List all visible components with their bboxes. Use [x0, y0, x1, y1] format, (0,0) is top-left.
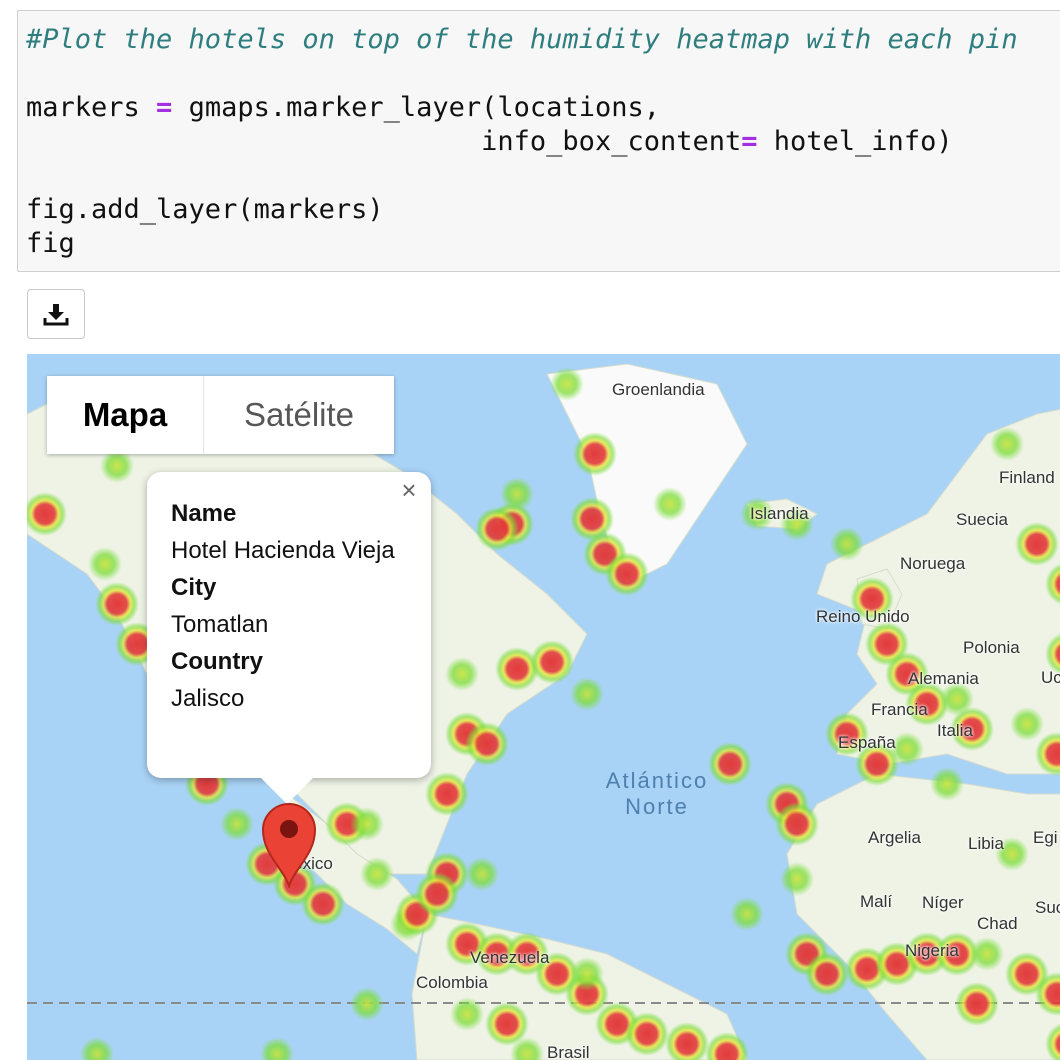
heat-point: [570, 677, 604, 711]
info-country-label: Country: [171, 648, 263, 675]
map-label: Noruega: [900, 554, 966, 573]
heat-point: [465, 857, 499, 891]
heat-point: [301, 882, 345, 926]
heat-point: [500, 477, 534, 511]
map-label: Finland: [999, 468, 1055, 487]
heat-point: [730, 897, 764, 931]
heat-point: [450, 997, 484, 1031]
heat-point: [625, 1012, 669, 1056]
map-label: Venezuela: [470, 948, 550, 967]
code-line-1: markers = gmaps.marker_layer(locations,: [26, 92, 660, 123]
map-label: Chad: [977, 914, 1018, 933]
code-comment: #Plot the hotels on top of the humidity …: [26, 24, 1018, 55]
heat-point: [220, 807, 254, 841]
map-label: Alemania: [908, 669, 979, 688]
heat-point: [990, 427, 1024, 461]
info-name-value: Hotel Hacienda Vieja: [171, 537, 395, 564]
info-city-label: City: [171, 574, 217, 601]
map-label: Suc: [1035, 898, 1060, 917]
map-label: Francia: [871, 700, 928, 719]
heat-point: [1015, 522, 1059, 566]
code-line-3: fig.add_layer(markers): [26, 194, 384, 225]
heat-point: [605, 552, 649, 596]
map-label: Islandia: [750, 504, 809, 523]
heat-point: [805, 952, 849, 996]
heat-point: [425, 772, 469, 816]
info-country-value: Jalisco: [171, 685, 245, 712]
code-cell[interactable]: #Plot the hotels on top of the humidity …: [17, 10, 1060, 272]
map-pin-icon[interactable]: [261, 802, 317, 888]
download-icon: [43, 304, 69, 326]
code-line-2: info_box_content= hotel_info): [26, 126, 953, 157]
heat-point: [260, 1037, 294, 1060]
heat-point: [530, 640, 574, 684]
map-label: Nigeria: [905, 941, 959, 960]
map-label: Colombia: [416, 973, 488, 992]
heat-point: [653, 487, 687, 521]
map-widget[interactable]: Mapa Satélite Groenlandia Islandia Finla…: [27, 354, 1060, 1060]
map-label: España: [838, 733, 896, 752]
heat-point: [550, 367, 584, 401]
info-name-label: Name: [171, 500, 237, 527]
download-button[interactable]: [27, 289, 85, 339]
heat-point: [360, 857, 394, 891]
info-window[interactable]: × Name Hotel Hacienda Vieja City Tomatla…: [147, 472, 431, 804]
heat-point: [350, 987, 384, 1021]
close-icon[interactable]: ×: [397, 477, 421, 503]
tab-satellite[interactable]: Satélite: [204, 376, 394, 454]
map-label: Níger: [922, 893, 964, 912]
map-label: Brasil: [547, 1043, 590, 1060]
map-label: Argelia: [868, 828, 921, 847]
heat-point: [350, 807, 384, 841]
map-type-control[interactable]: Mapa Satélite: [47, 376, 394, 454]
heat-point: [80, 1037, 114, 1060]
heat-point: [415, 872, 459, 916]
heat-point: [465, 722, 509, 766]
heat-point: [570, 957, 604, 991]
heat-point: [1010, 707, 1044, 741]
map-label: Polonia: [963, 638, 1020, 657]
map-label: Suecia: [956, 510, 1008, 529]
info-city-value: Tomatlan: [171, 611, 269, 638]
heat-point: [88, 547, 122, 581]
map-label: Reino Unido: [816, 607, 910, 626]
map-label: Egi: [1033, 828, 1058, 847]
heat-point: [830, 527, 864, 561]
heat-point: [970, 937, 1004, 971]
heat-point: [445, 657, 479, 691]
heat-point: [930, 767, 964, 801]
heat-point: [95, 582, 139, 626]
map-label: Groenlandia: [612, 380, 705, 399]
map-label: Libia: [968, 834, 1004, 853]
code-line-4: fig: [26, 228, 75, 259]
tab-map[interactable]: Mapa: [47, 376, 204, 454]
map-label: Italia: [937, 721, 973, 740]
heat-point: [475, 507, 519, 551]
heat-point: [100, 449, 134, 483]
heat-point: [775, 802, 819, 846]
heat-point: [780, 862, 814, 896]
heat-point: [955, 982, 999, 1026]
map-label: Malí: [860, 892, 893, 911]
heat-point: [573, 432, 617, 476]
map-label: Uc: [1041, 668, 1060, 687]
ocean-label: Atlántico Norte: [605, 768, 709, 819]
